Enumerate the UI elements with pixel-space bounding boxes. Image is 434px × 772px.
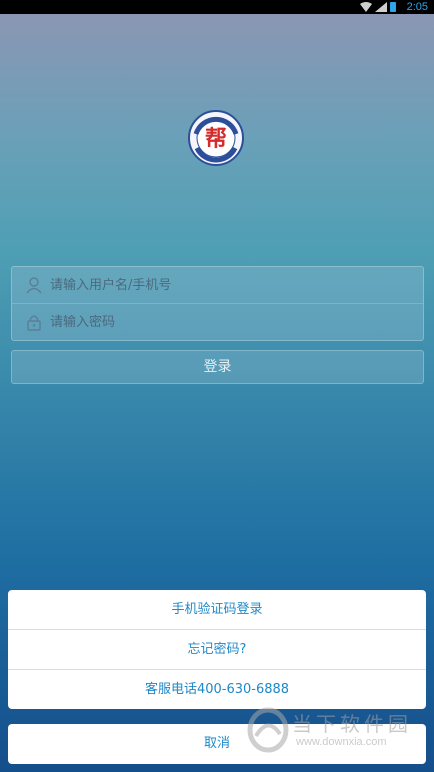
customer-service-option[interactable]: 客服电话400-630-6888: [8, 670, 426, 709]
action-sheet: 手机验证码登录 忘记密码? 客服电话400-630-6888: [8, 590, 426, 709]
password-row: [12, 304, 423, 340]
cancel-button[interactable]: 取消: [8, 724, 426, 764]
login-form: [11, 266, 424, 341]
status-icons: [360, 1, 396, 13]
signal-icon: [375, 2, 387, 12]
username-row: [12, 267, 423, 304]
status-time: 2:05: [406, 1, 428, 13]
brand-logo: 帮: [188, 110, 244, 166]
sms-login-option[interactable]: 手机验证码登录: [8, 590, 426, 630]
user-icon: [26, 277, 42, 294]
lock-icon: [27, 315, 41, 331]
username-input[interactable]: [48, 276, 423, 294]
forgot-password-option[interactable]: 忘记密码?: [8, 630, 426, 670]
wifi-icon: [360, 2, 372, 12]
password-input[interactable]: [48, 313, 423, 331]
battery-icon: [390, 2, 396, 12]
svg-text:帮: 帮: [205, 126, 227, 152]
login-button[interactable]: 登录: [11, 350, 424, 384]
status-bar: 2:05: [0, 0, 434, 14]
